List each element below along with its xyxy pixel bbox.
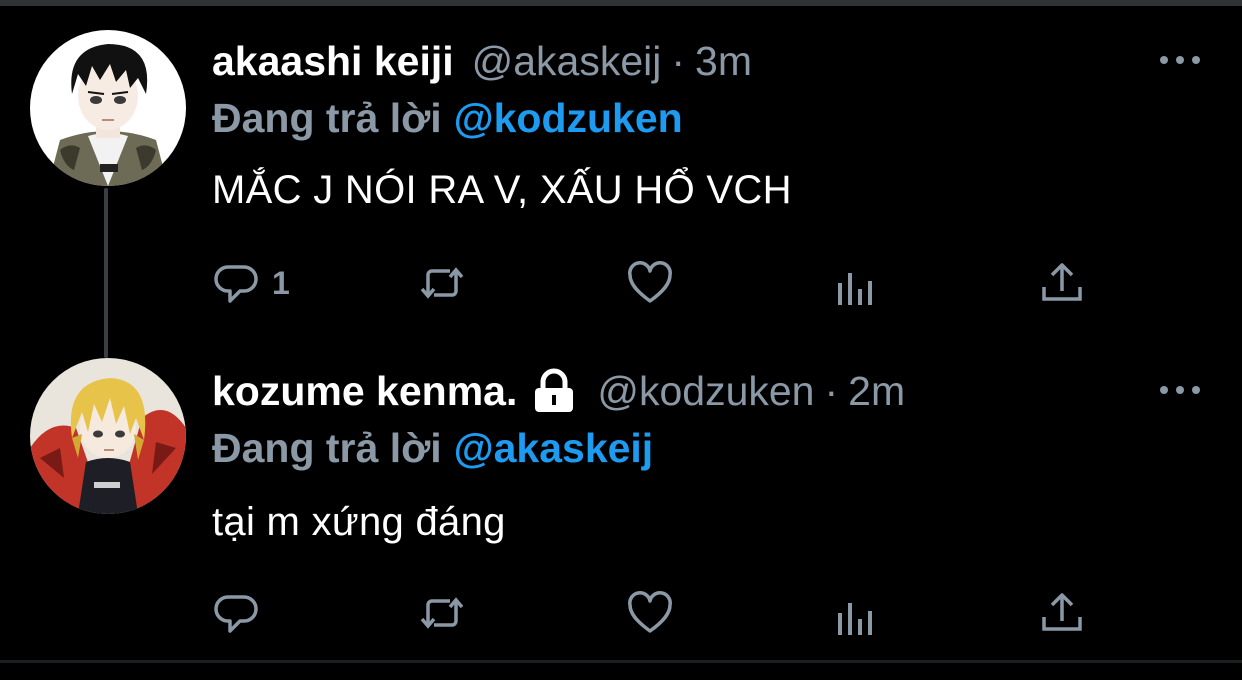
avatar-akaashi[interactable]	[30, 30, 186, 186]
bottom-divider	[0, 660, 1242, 663]
separator: ·	[824, 367, 839, 414]
display-name[interactable]: akaashi keiji	[212, 38, 454, 85]
more-icon	[1160, 56, 1168, 64]
share-button[interactable]	[1038, 588, 1086, 638]
replying-to: Đang trả lời @akaskeij	[212, 424, 653, 472]
reply-icon	[214, 265, 258, 303]
analytics-button[interactable]	[832, 592, 880, 642]
like-icon	[628, 591, 672, 633]
replying-to-handle[interactable]: @kodzuken	[454, 95, 683, 142]
reply-button[interactable]	[214, 588, 262, 638]
more-options-button[interactable]	[1160, 380, 1200, 400]
replying-to: Đang trả lời @kodzuken	[212, 94, 683, 142]
like-button[interactable]	[626, 588, 674, 638]
replying-to-label: Đang trả lời	[212, 94, 442, 141]
tweet-header: akaashi keiji @akaskeij · 3m	[212, 36, 752, 86]
tweet-text: MẮC J NÓI RA V, XẤU HỔ VCH	[212, 168, 792, 212]
tweet-text: tại m xứng đáng	[212, 500, 506, 544]
replying-to-label: Đang trả lời	[212, 424, 442, 471]
retweet-icon	[420, 597, 464, 629]
analytics-icon	[838, 273, 872, 305]
tweet-header: kozume kenma. @kodzuken · 2m	[212, 366, 905, 416]
retweet-icon	[420, 267, 464, 299]
reply-icon	[214, 595, 258, 633]
like-button[interactable]	[626, 258, 674, 308]
thread-connector-line	[104, 188, 108, 358]
display-name[interactable]: kozume kenma.	[212, 368, 517, 415]
timestamp[interactable]: 3m	[695, 38, 752, 85]
share-button[interactable]	[1038, 258, 1086, 308]
retweet-button[interactable]	[418, 258, 466, 308]
top-divider	[0, 0, 1242, 6]
more-icon	[1160, 386, 1168, 394]
share-icon	[1042, 593, 1082, 631]
reply-button[interactable]: 1	[214, 258, 290, 308]
replying-to-handle[interactable]: @akaskeij	[454, 425, 654, 472]
user-handle[interactable]: @kodzuken	[597, 368, 814, 415]
user-handle[interactable]: @akaskeij	[472, 38, 662, 85]
retweet-button[interactable]	[418, 588, 466, 638]
analytics-icon	[838, 603, 872, 635]
avatar-kenma[interactable]	[30, 358, 186, 514]
lock-icon	[535, 368, 574, 412]
separator: ·	[671, 37, 686, 84]
timestamp[interactable]: 2m	[848, 368, 905, 415]
more-options-button[interactable]	[1160, 50, 1200, 70]
share-icon	[1042, 263, 1082, 301]
analytics-button[interactable]	[832, 262, 880, 312]
like-icon	[628, 261, 672, 303]
reply-count: 1	[272, 264, 290, 301]
